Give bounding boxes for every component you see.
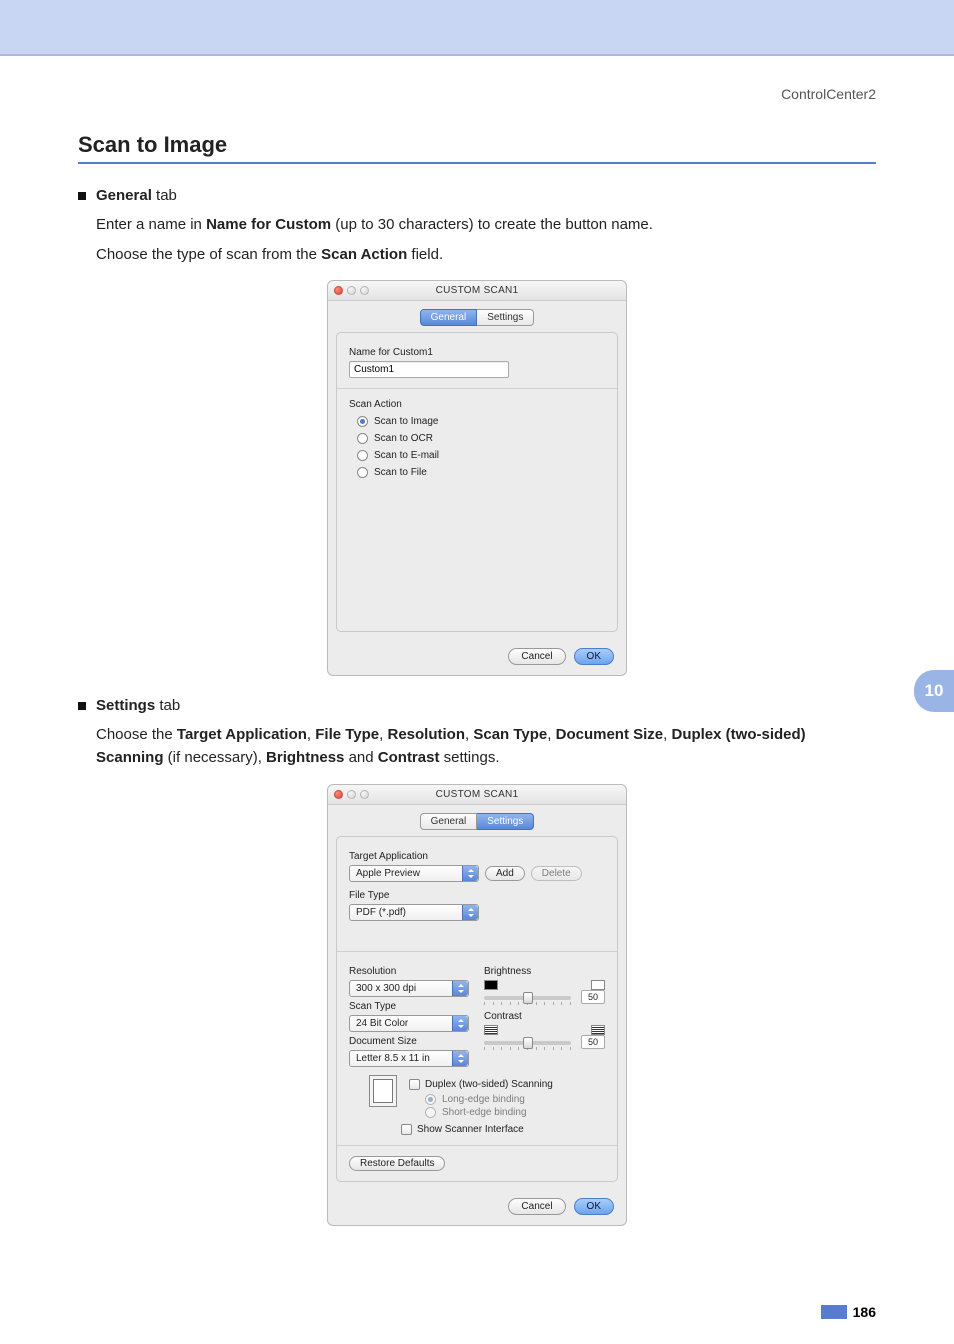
brightness-dark-icon	[484, 980, 498, 990]
dialog-title: CUSTOM SCAN1	[328, 789, 626, 800]
scan-type-label: Scan Type	[349, 1001, 470, 1012]
square-bullet-icon	[78, 192, 86, 200]
duplex-label: Duplex (two-sided) Scanning	[425, 1079, 553, 1090]
contrast-high-icon	[591, 1025, 605, 1035]
document-size-select[interactable]: Letter 8.5 x 11 in	[349, 1050, 469, 1067]
long-edge-label: Long-edge binding	[442, 1094, 525, 1105]
duplex-checkbox[interactable]	[409, 1079, 420, 1090]
ok-button[interactable]: OK	[574, 1198, 614, 1215]
contrast-label: Contrast	[484, 1011, 605, 1022]
para-name-for-custom: Enter a name in Name for Custom (up to 3…	[96, 213, 876, 236]
contrast-low-icon	[484, 1025, 498, 1035]
dialog-settings: CUSTOM SCAN1 General Settings Target App…	[327, 784, 627, 1226]
brightness-value[interactable]: 50	[581, 990, 605, 1004]
tab-settings[interactable]: Settings	[477, 309, 534, 326]
target-application-select[interactable]: Apple Preview	[349, 865, 479, 882]
delete-button[interactable]: Delete	[531, 866, 582, 881]
cancel-button[interactable]: Cancel	[508, 648, 565, 665]
radio-scan-to-image[interactable]	[357, 416, 368, 427]
cancel-button[interactable]: Cancel	[508, 1198, 565, 1215]
page-number-bar	[821, 1305, 847, 1319]
scan-action-label: Scan Action	[349, 399, 605, 410]
bullet-settings-tab: Settings tab	[96, 694, 180, 717]
contrast-slider[interactable]	[484, 1041, 571, 1045]
document-size-label: Document Size	[349, 1036, 470, 1047]
top-accent-bar	[0, 0, 954, 56]
name-for-custom-label: Name for Custom1	[349, 347, 605, 358]
chevron-updown-icon	[462, 866, 478, 881]
radio-short-edge[interactable]	[425, 1107, 436, 1118]
section-title: Scan to Image	[78, 132, 876, 164]
tab-general[interactable]: General	[420, 813, 478, 830]
radio-scan-to-file-label: Scan to File	[374, 467, 427, 478]
radio-long-edge[interactable]	[425, 1094, 436, 1105]
bullet-general-tab: General tab	[96, 184, 177, 207]
ok-button[interactable]: OK	[574, 648, 614, 665]
radio-scan-to-email[interactable]	[357, 450, 368, 461]
file-type-select[interactable]: PDF (*.pdf)	[349, 904, 479, 921]
duplex-icon	[369, 1075, 397, 1107]
dialog-title: CUSTOM SCAN1	[328, 285, 626, 296]
scan-type-select[interactable]: 24 Bit Color	[349, 1015, 469, 1032]
running-header: ControlCenter2	[78, 56, 876, 132]
chevron-updown-icon	[452, 981, 468, 996]
file-type-label: File Type	[349, 890, 605, 901]
square-bullet-icon	[78, 702, 86, 710]
resolution-select[interactable]: 300 x 300 dpi	[349, 980, 469, 997]
chevron-updown-icon	[452, 1051, 468, 1066]
brightness-label: Brightness	[484, 966, 605, 977]
dialog-general: CUSTOM SCAN1 General Settings Name for C…	[327, 280, 627, 676]
para-settings-description: Choose the Target Application, File Type…	[96, 723, 876, 770]
show-scanner-label: Show Scanner Interface	[417, 1124, 524, 1135]
radio-scan-to-file[interactable]	[357, 467, 368, 478]
brightness-slider[interactable]	[484, 996, 571, 1000]
restore-defaults-button[interactable]: Restore Defaults	[349, 1156, 445, 1171]
resolution-label: Resolution	[349, 966, 470, 977]
radio-scan-to-ocr[interactable]	[357, 433, 368, 444]
radio-scan-to-email-label: Scan to E-mail	[374, 450, 439, 461]
chevron-updown-icon	[452, 1016, 468, 1031]
add-button[interactable]: Add	[485, 866, 525, 881]
radio-scan-to-ocr-label: Scan to OCR	[374, 433, 433, 444]
brightness-light-icon	[591, 980, 605, 990]
page-number: 186	[853, 1304, 876, 1320]
tab-settings[interactable]: Settings	[477, 813, 534, 830]
show-scanner-checkbox[interactable]	[401, 1124, 412, 1135]
target-application-label: Target Application	[349, 851, 605, 862]
name-for-custom-input[interactable]	[349, 361, 509, 378]
contrast-value[interactable]: 50	[581, 1035, 605, 1049]
tab-general[interactable]: General	[420, 309, 478, 326]
short-edge-label: Short-edge binding	[442, 1107, 527, 1118]
chevron-updown-icon	[462, 905, 478, 920]
para-scan-action: Choose the type of scan from the Scan Ac…	[96, 243, 876, 266]
radio-scan-to-image-label: Scan to Image	[374, 416, 438, 427]
